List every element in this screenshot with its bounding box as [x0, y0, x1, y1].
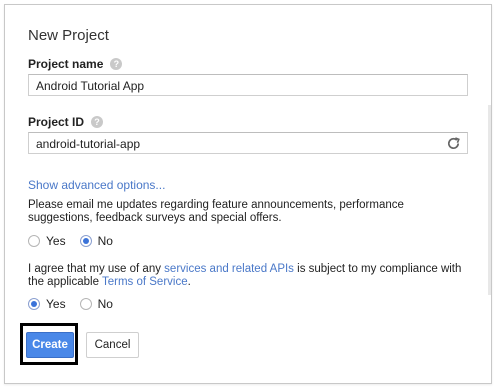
cancel-button[interactable]: Cancel [86, 332, 139, 358]
show-advanced-options-link[interactable]: Show advanced options... [28, 178, 165, 192]
terms-of-service-link[interactable]: Terms of Service [102, 276, 188, 288]
create-button[interactable]: Create [26, 332, 74, 358]
terms-yes-radio[interactable] [28, 298, 40, 310]
project-name-value: Android Tutorial App [36, 79, 145, 93]
terms-yes-label[interactable]: Yes [46, 297, 66, 311]
question-icon[interactable]: ? [91, 116, 104, 128]
services-apis-link[interactable]: services and related APIs [164, 263, 294, 275]
project-name-input[interactable]: Android Tutorial App [28, 74, 468, 96]
email-yes-label[interactable]: Yes [46, 234, 66, 248]
project-id-value: android-tutorial-app [36, 137, 141, 151]
terms-no-radio[interactable] [79, 298, 92, 310]
email-no-label[interactable]: No [98, 234, 113, 248]
project-id-label-row: Project ID ? [28, 115, 104, 129]
terms-no-label[interactable]: No [98, 297, 113, 311]
terms-radio-group: Yes No [28, 297, 127, 311]
project-name-label: Project name [28, 57, 104, 71]
refresh-icon[interactable] [446, 136, 461, 151]
new-project-dialog: New Project Project name ? Android Tutor… [4, 4, 492, 384]
question-icon[interactable]: ? [110, 58, 123, 70]
terms-text: I agree that my use of any services and … [28, 263, 468, 289]
email-yes-radio[interactable] [28, 235, 40, 247]
email-updates-radio-group: Yes No [28, 234, 127, 248]
email-updates-text: Please email me updates regarding featur… [28, 199, 404, 224]
dialog-title: New Project [28, 27, 109, 44]
scrollbar[interactable] [488, 105, 491, 295]
terms-text-part-1: I agree that my use of any [28, 263, 165, 275]
project-name-label-row: Project name ? [28, 57, 123, 71]
terms-text-part-3: . [187, 276, 191, 288]
email-no-radio[interactable] [79, 235, 92, 247]
project-id-input[interactable]: android-tutorial-app [28, 132, 468, 154]
project-id-label: Project ID [28, 115, 85, 129]
